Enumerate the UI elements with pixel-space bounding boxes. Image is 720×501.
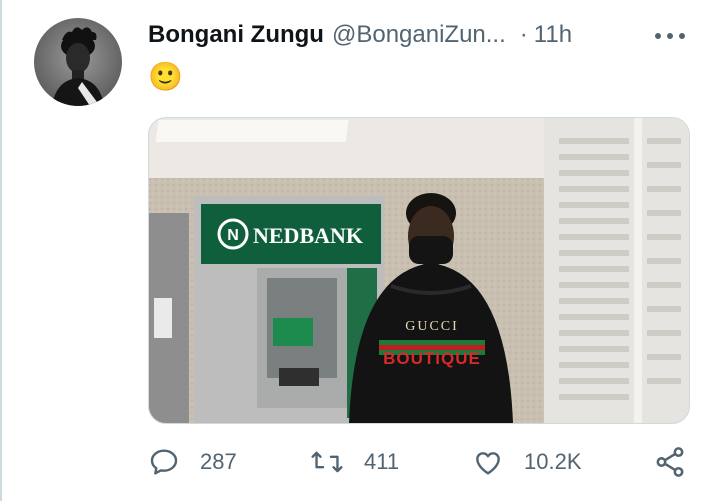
- retweet-icon: [311, 451, 343, 473]
- retweet-count: 411: [364, 449, 400, 474]
- more-icon: [655, 33, 685, 39]
- tweet-actions: 287 411 10.2K: [148, 442, 693, 482]
- tweet-text: 🙂: [148, 61, 183, 92]
- author-handle[interactable]: @BonganiZun...: [332, 21, 506, 49]
- like-icon: [476, 452, 500, 475]
- like-button[interactable]: 10.2K: [472, 442, 582, 482]
- share-icon: [656, 447, 684, 477]
- avatar-photo: [52, 27, 104, 106]
- reply-count: 287: [200, 449, 237, 474]
- author-name[interactable]: Bongani Zungu: [148, 21, 324, 49]
- reply-icon: [150, 449, 178, 475]
- like-count: 10.2K: [524, 449, 582, 474]
- tweet-card[interactable]: Bongani Zungu @BonganiZun... · 11h 🙂 N N…: [0, 0, 720, 501]
- avatar[interactable]: [34, 18, 122, 106]
- nedbank-sign: NEDBANK: [253, 223, 363, 248]
- photo-image: N NEDBANK GUCCI BOUTIQUE: [149, 118, 689, 423]
- more-options-button[interactable]: [650, 22, 690, 50]
- timeline-divider: [0, 0, 2, 501]
- timestamp[interactable]: 11h: [534, 21, 572, 49]
- shirt-text-line2: BOUTIQUE: [383, 349, 481, 368]
- separator-dot: ·: [519, 21, 528, 48]
- shirt-text-line1: GUCCI: [405, 319, 459, 334]
- svg-text:N: N: [227, 227, 239, 244]
- retweet-button[interactable]: 411: [310, 442, 399, 482]
- reply-button[interactable]: 287: [148, 442, 237, 482]
- tweet-photo[interactable]: N NEDBANK GUCCI BOUTIQUE: [148, 117, 690, 424]
- tweet-header: Bongani Zungu @BonganiZun... · 11h: [148, 18, 572, 52]
- share-button[interactable]: [653, 442, 687, 482]
